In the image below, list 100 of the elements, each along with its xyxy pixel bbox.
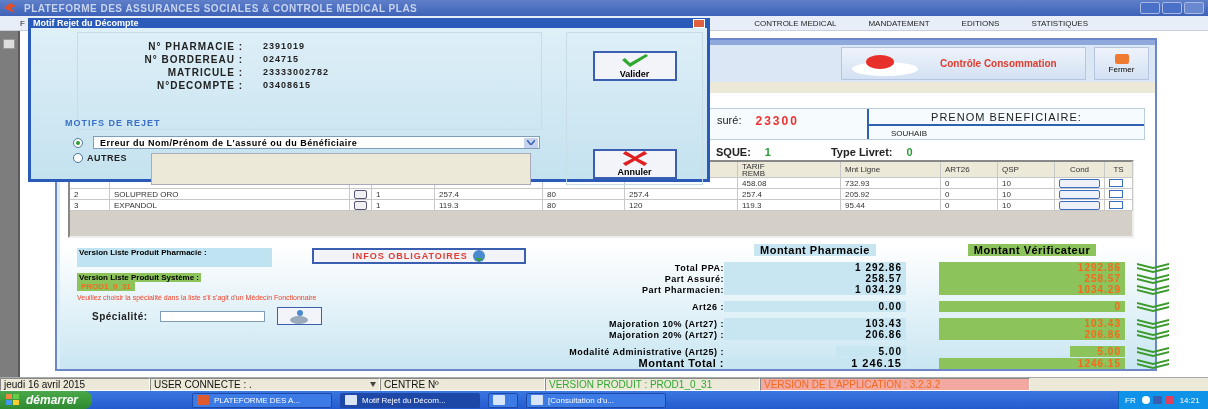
menu-item[interactable]: MANDATEMENT	[868, 18, 930, 28]
column-header: ART26	[941, 162, 998, 178]
table-cell: 1	[372, 189, 435, 200]
table-cell: 10	[998, 178, 1055, 189]
amount-label: Montant Total :	[637, 357, 724, 369]
centre-text: CENTRE Nº	[384, 379, 439, 390]
taskbar-item[interactable]: PLATEFORME DES A...	[192, 392, 332, 408]
pharmacy-amount: 1 292.86	[724, 262, 906, 273]
validate-button[interactable]: Valider	[592, 51, 677, 81]
table-cell: 10	[998, 189, 1055, 200]
verifier-amount: 206.86	[939, 329, 1125, 340]
column-header: TARIF REMB	[738, 162, 841, 178]
column-header: Cond	[1055, 162, 1105, 178]
close-window-button[interactable]: Fermer	[1094, 47, 1149, 81]
pharmacy-amount: 103.43	[724, 318, 906, 329]
table-cell: 80	[543, 189, 625, 200]
verifier-amount: 1292.86	[939, 262, 1125, 273]
pharmacy-amount-header: Montant Pharmacie	[754, 244, 876, 256]
livret-value: 0	[906, 146, 913, 158]
pharmacy-amount: 206.86	[724, 329, 906, 340]
dialog-title: Motif Rejet du Décompte	[33, 18, 139, 28]
table-cell: 119.3	[738, 200, 841, 211]
field-label: N° BORDEREAU :	[143, 54, 243, 65]
verifier-amount: 258.57	[939, 273, 1125, 284]
menu-item[interactable]: F	[20, 18, 25, 28]
field-value: 03408615	[262, 80, 313, 91]
field-label: MATRICULE :	[166, 67, 243, 78]
insured-label: suré:	[717, 114, 742, 126]
amount-label: Part Pharmacien:	[640, 284, 724, 295]
livret-label: Type Livret:	[830, 146, 893, 158]
cancel-button[interactable]: Annuler	[592, 149, 677, 179]
system-version-value: PROD1_0_31	[77, 282, 135, 291]
consumption-button[interactable]: Contrôle Consommation	[841, 47, 1086, 81]
taskbar-item[interactable]: [Consultation d'u...	[526, 392, 666, 408]
table-cell: 95.44	[841, 200, 941, 211]
field-value: 23333002782	[262, 67, 331, 78]
column-header: QSP	[998, 162, 1055, 178]
risk-value: 1	[764, 146, 771, 158]
table-cell: 10	[998, 200, 1055, 211]
verifier-amount: 0	[939, 301, 1125, 312]
table-cell: EXPANDOL	[110, 200, 350, 211]
field-label: N° PHARMACIE :	[147, 41, 243, 52]
user-text: USER CONNECTE : .	[154, 379, 252, 390]
amount-label: Majoration 20% (Art27) :	[607, 329, 724, 340]
system-version-label: Version Liste Produit Système :	[77, 273, 202, 282]
table-cell: 257.4	[738, 189, 841, 200]
table-cell: 732.93	[841, 178, 941, 189]
table-cell: 2	[70, 189, 110, 200]
verifier-amount: 103.43	[939, 318, 1125, 329]
pharmacy-amount: 5.00	[836, 346, 906, 357]
risk-label: SQUE:	[716, 146, 751, 158]
table-cell: 0	[941, 200, 998, 211]
column-header: TS	[1105, 162, 1133, 178]
window-title: PLATEFORME DES ASSURANCES SOCIALES & CONTROLE MEDICAL PLAS	[24, 2, 418, 14]
amount-label: Modalité Administrative (Art25) :	[568, 346, 724, 357]
table-cell: 458.08	[738, 178, 841, 189]
table-cell: 1	[372, 200, 435, 211]
field-value: 2391019	[262, 41, 307, 52]
start-button[interactable]: démarrer	[0, 391, 92, 409]
menu-item[interactable]: STATISTIQUES	[1031, 18, 1088, 28]
radio-label: AUTRES	[87, 153, 127, 163]
table-cell: 0	[941, 178, 998, 189]
verifier-amount: 1246.15	[939, 357, 1125, 369]
specialty-label: Spécialité:	[92, 310, 148, 322]
table-cell: 205.92	[841, 189, 941, 200]
pharmacy-amount: 1 034.29	[724, 284, 906, 295]
section-title: MOTIFS DE REJET	[65, 118, 162, 128]
field-value: 024715	[262, 54, 301, 65]
table-cell: 257.4	[435, 189, 543, 200]
product-version-text: VERSION PRODUIT : PROD1_0_31	[549, 379, 713, 390]
verifier-amount: 5.00	[1070, 346, 1125, 357]
column-header: Mnt Ligne	[841, 162, 941, 178]
pharmacy-amount: 0.00	[724, 301, 906, 312]
verifier-amount: 1034.29	[939, 284, 1125, 295]
beneficiary-name: SOUHAIB	[890, 128, 928, 138]
date-text: jeudi 16 avril 2015	[4, 379, 86, 390]
amount-label: Art26 :	[691, 301, 724, 312]
pharmacy-amount: 1 246.15	[724, 357, 906, 369]
beneficiary-label: PRENOM BENEFICIAIRE:	[931, 110, 1082, 123]
table-cell: 3	[70, 200, 110, 211]
insured-number: 23300	[755, 114, 799, 128]
pharmacy-amount: 258.57	[724, 273, 906, 284]
taskbar-item[interactable]: Motif Rejet du Décom...	[340, 392, 480, 408]
amount-label: Majoration 10% (Art27) :	[607, 318, 724, 329]
mandatory-info-button[interactable]: INFOS OBLIGATOIRES	[312, 248, 526, 264]
pharmacy-version-label: Version Liste Produit Pharmacie :	[77, 248, 272, 257]
app-version-text: VERSION DE L'APPLICATION : 3.2.3.2	[764, 379, 941, 390]
field-label: N°DECOMPTE :	[156, 80, 243, 91]
amount-label: Total PPA:	[673, 262, 724, 273]
table-cell: 257.4	[625, 189, 738, 200]
table-cell: 0	[941, 189, 998, 200]
menu-item[interactable]: CONTROLE MEDICAL	[754, 18, 837, 28]
reason-dropdown[interactable]: Erreur du Nom/Prénom de L'assuré ou du Bénéficiaire	[93, 136, 540, 149]
table-cell: 120	[625, 200, 738, 211]
verifier-amount-header: Montant Vérificateur	[967, 244, 1097, 256]
menu-item[interactable]: EDITIONS	[961, 18, 1000, 28]
clock-text: 14:21	[1179, 395, 1200, 405]
table-cell: 80	[543, 200, 625, 211]
table-cell: 119.3	[435, 200, 543, 211]
table-cell: SOLUPRED ORO	[110, 189, 350, 200]
